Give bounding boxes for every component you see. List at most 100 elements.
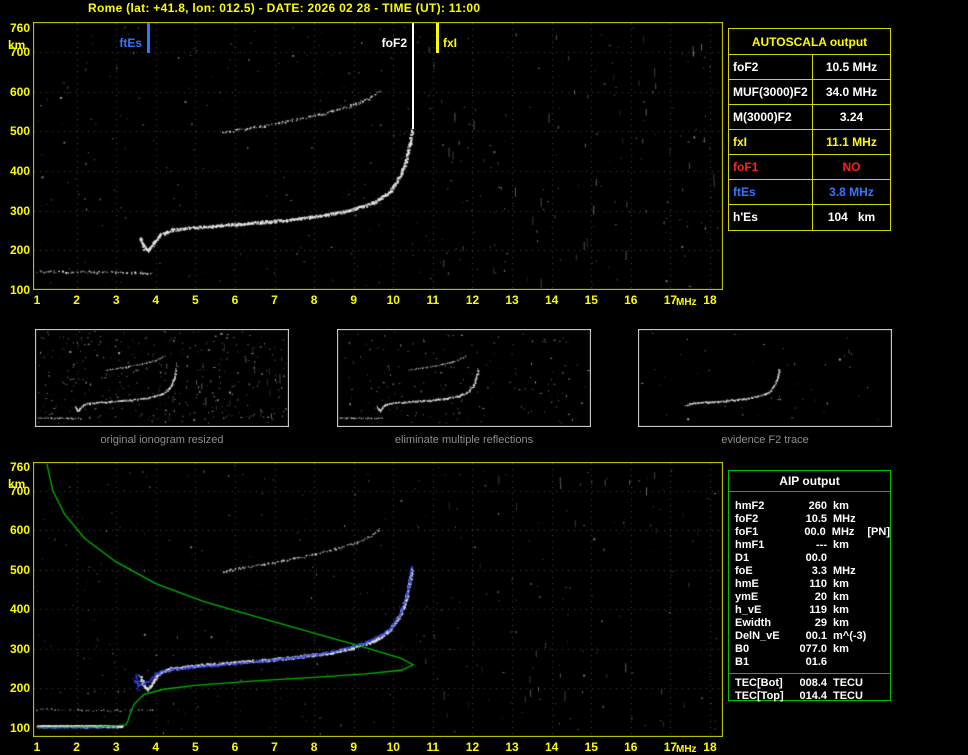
- aip-row-unit: [827, 552, 865, 565]
- bottom-plot-y-tick: 300: [9, 641, 30, 656]
- aip-row-value: 20: [814, 591, 827, 603]
- bottom-plot-y-tick: 100: [9, 721, 30, 735]
- bottom-plot-x-tick: 18: [703, 740, 717, 754]
- bottom-plot-x-tick: 5: [192, 740, 199, 754]
- aip-row-param: TEC[Top]: [735, 690, 784, 702]
- top-plot-y-tick: 500: [9, 124, 30, 139]
- autoscala-table-body: foF2 10.5 MHz MUF(3000)F2 34.0 MHz M(3000)F2…: [729, 55, 890, 230]
- top-plot-x-tick: 9: [350, 293, 358, 307]
- top-plot-x-tick: 4: [152, 293, 160, 307]
- aip-row-value: 10.5: [805, 513, 827, 525]
- aip-row-param: foF1: [735, 526, 759, 538]
- bottom-plot-x-tick: 11: [426, 740, 440, 754]
- aip-row-extra: [PN]: [867, 526, 890, 538]
- autoscala-output-table: AUTOSCALA output foF2 10.5 MHz MUF(3000)F2…: [728, 28, 891, 231]
- top-ionogram-canvas: [33, 22, 723, 290]
- bottom-plot-x-tick: 3: [112, 740, 120, 754]
- aip-row: hmF1 --- km: [729, 539, 890, 552]
- autoscala-row-value: 3.24: [839, 110, 864, 124]
- bottom-plot-y-tick: 500: [9, 562, 30, 577]
- top-plot-x-tick: 2: [73, 293, 80, 307]
- aip-row-value: 00.0: [804, 526, 826, 538]
- bottom-plot-x-tick: 10: [386, 740, 400, 754]
- bottom-plot-x-tick: 16: [624, 740, 638, 754]
- aip-row-param: D1: [735, 552, 750, 564]
- aip-row: B1 01.6: [729, 656, 890, 669]
- aip-row-extra: [865, 513, 890, 526]
- aip-row-unit: km: [833, 617, 849, 629]
- aip-row-extra: [865, 690, 890, 703]
- top-plot-x-tick: 7: [271, 293, 278, 307]
- aip-row: ymE 20 km: [729, 591, 890, 604]
- autoscala-row: fxI 11.1 MHz: [729, 130, 890, 155]
- aip-row-value: 3.3: [811, 565, 827, 577]
- aip-row-param: hmF1: [735, 539, 765, 551]
- bottom-plot-x-tick: 12: [465, 740, 480, 754]
- aip-row-param: B1: [735, 656, 750, 668]
- aip-row-extra: [865, 500, 890, 513]
- bottom-plot-x-tick: 7: [271, 740, 278, 754]
- top-plot-y-tick: 400: [9, 163, 30, 178]
- aip-row: foE 3.3 MHz: [729, 565, 890, 578]
- fxI-marker-label: fxI: [443, 36, 458, 50]
- aip-row-extra: [865, 677, 890, 690]
- aip-row-value: 077.0: [799, 643, 827, 655]
- aip-row-param: h_vE: [735, 604, 762, 616]
- top-plot-x-tick: 6: [231, 293, 239, 307]
- aip-row: hmF2 260 km: [729, 500, 890, 513]
- autoscala-row-param: foF1: [729, 155, 813, 179]
- aip-row-value: 119: [809, 604, 827, 616]
- aip-row-unit: MHz: [833, 565, 856, 577]
- top-plot-x-tick: 14: [544, 293, 559, 307]
- aip-row-unit: TECU: [833, 690, 863, 702]
- aip-row-unit: km: [833, 604, 849, 616]
- autoscala-row-param: foF2: [729, 55, 813, 79]
- bottom-plot-x-tick: 1: [33, 740, 41, 754]
- aip-row-extra: [865, 604, 890, 617]
- aip-row-unit: km: [833, 578, 849, 590]
- autoscala-row: foF2 10.5 MHz: [729, 55, 890, 80]
- bottom-plot-x-tick: 6: [231, 740, 239, 754]
- bottom-plot-y-tick: 760: [9, 460, 30, 474]
- aip-row-unit: MHz: [833, 513, 856, 525]
- autoscala-row-value: 10.5 MHz: [825, 60, 878, 74]
- top-plot-x-tick: 5: [192, 293, 199, 307]
- bottom-plot-x-tick: 15: [584, 740, 598, 754]
- bottom-plot-x-tick: 9: [350, 740, 358, 754]
- top-plot-y-tick: 300: [9, 203, 30, 218]
- aip-table-title: AIP output: [729, 471, 890, 492]
- top-plot-x-tick: 18: [703, 293, 717, 307]
- autoscala-row-value: 104 km: [827, 210, 876, 224]
- top-plot-x-tick: 10: [386, 293, 400, 307]
- aip-row-unit: [827, 656, 865, 669]
- thumbnail-f2trace-canvas: [638, 329, 892, 427]
- fxI-marker-line: [436, 23, 439, 53]
- station-title: Rome (lat: +41.8, lon: 012.5) - DATE: 20…: [88, 1, 481, 15]
- aip-row-unit: km: [833, 539, 849, 551]
- bottom-plot-y-unit: km: [8, 477, 26, 491]
- aip-row-param: Ewidth: [735, 617, 772, 629]
- aip-row-value: 00.0: [805, 552, 827, 564]
- top-plot-x-tick: 12: [465, 293, 480, 307]
- top-plot-x-tick: 13: [505, 293, 519, 307]
- autoscala-row-value: 3.8 MHz: [829, 185, 874, 199]
- thumbnail-original-canvas: [35, 329, 289, 427]
- aip-row-unit: km: [833, 591, 849, 603]
- aip-row-extra: [865, 656, 890, 669]
- aip-row-param: B0: [735, 643, 750, 655]
- aip-row: foF1 00.0 MHz [PN]: [729, 526, 890, 539]
- aip-row-value: 014.4: [799, 690, 827, 702]
- aip-row-value: 260: [808, 500, 827, 512]
- aip-row-extra: [865, 539, 890, 552]
- thumbnail-caption-noreflections: eliminate multiple reflections: [394, 434, 534, 446]
- bottom-plot-x-tick: 8: [310, 740, 318, 754]
- bottom-plot-x-tick: 14: [544, 740, 559, 754]
- aip-row-extra: [865, 617, 890, 630]
- aip-tec-section: TEC[Bot] 008.4 TECU TEC[Top] 014.4 TECU: [729, 673, 890, 703]
- aip-row-extra: [865, 552, 890, 565]
- aip-row-param: foF2: [735, 513, 759, 525]
- top-plot-y-unit: km: [8, 38, 26, 52]
- autoscala-table-title: AUTOSCALA output: [729, 29, 890, 55]
- aip-row-param: foE: [735, 565, 753, 577]
- autoscala-window: Rome (lat: +41.8, lon: 012.5) - DATE: 20…: [0, 0, 968, 755]
